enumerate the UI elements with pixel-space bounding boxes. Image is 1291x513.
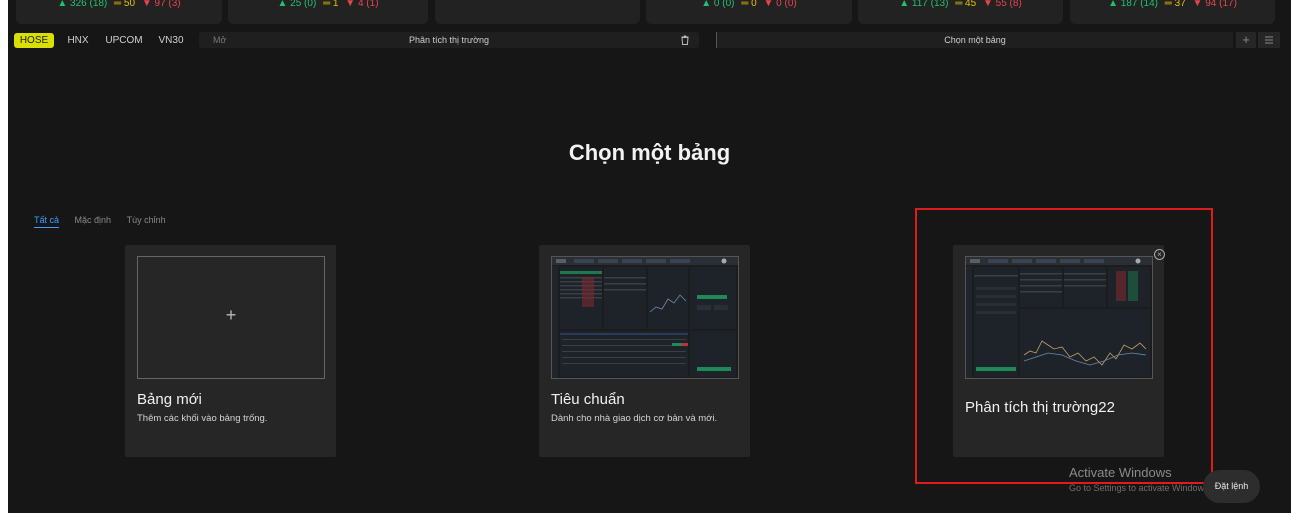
unchanged-count: ═ 0 — [741, 0, 757, 9]
advancers-count: ▲ 25 (0) — [277, 0, 317, 9]
exchange-tab-hose[interactable]: HOSE — [14, 33, 54, 48]
unchanged-count: ═ 45 — [955, 0, 977, 9]
board-card-standard[interactable]: Tiêu chuẩn Dành cho nhà giao dịch cơ bản… — [539, 245, 750, 457]
index-ticker-strip: ▲ 326 (18) ═ 50 ▼ 97 (3) ▲ 25 (0) ═ 1 ▼ … — [8, 0, 1291, 24]
activate-windows-title: Activate Windows — [1069, 465, 1172, 480]
current-board-name: Phân tích thị trường — [409, 35, 489, 45]
advancers-count: ▲ 0 (0) — [701, 0, 735, 9]
trash-icon[interactable] — [679, 34, 691, 46]
market-analysis-board-preview — [965, 256, 1153, 379]
remove-icon[interactable]: × — [1154, 249, 1165, 260]
unchanged-count: ═ 1 — [323, 0, 339, 9]
index-ticker-item[interactable]: ▲ 187 (14) ═ 37 ▼ 94 (17) — [1070, 0, 1275, 24]
decliners-count: ▼ 55 (8) — [982, 0, 1022, 9]
advancers-count: ▲ 117 (13) — [899, 0, 949, 9]
activate-windows-subtitle: Go to Settings to activate Windows. — [1069, 483, 1212, 493]
page-title: Chọn một bảng — [568, 140, 731, 165]
dashboard-thumbnail-image — [552, 257, 738, 378]
list-icon — [1265, 36, 1273, 44]
app-root: ▲ 326 (18) ═ 50 ▼ 97 (3) ▲ 25 (0) ═ 1 ▼ … — [8, 0, 1291, 513]
filter-tab-custom[interactable]: Tùy chỉnh — [127, 215, 166, 227]
standard-board-preview — [551, 256, 739, 379]
current-board-field[interactable]: Mở Phân tích thị trường — [199, 32, 699, 48]
decliners-count: ▼ 94 (17) — [1192, 0, 1237, 9]
place-order-button[interactable]: Đặt lệnh — [1203, 470, 1260, 503]
index-ticker-item[interactable]: ▲ 326 (18) ═ 50 ▼ 97 (3) — [16, 0, 222, 24]
index-ticker-item[interactable]: ▲ 25 (0) ═ 1 ▼ 4 (1) — [228, 0, 428, 24]
board-menu-button[interactable] — [1258, 32, 1280, 48]
decliners-count: ▼ 0 (0) — [763, 0, 797, 9]
board-card-market-analysis[interactable]: × Phân tích thị trường22 — [953, 245, 1165, 457]
unchanged-count: ═ 37 — [1164, 0, 1186, 9]
advancers-count: ▲ 187 (14) — [1108, 0, 1158, 9]
exchange-tab-vn30[interactable]: VN30 — [153, 33, 189, 48]
filter-tab-default[interactable]: Mặc định — [75, 215, 112, 227]
exchange-toolbar: HOSE HNX UPCOM VN30 Mở Phân tích thị trư… — [8, 30, 1291, 50]
advancers-count: ▲ 326 (18) — [57, 0, 108, 9]
unchanged-count: ═ 50 — [114, 0, 136, 9]
index-ticker-item[interactable] — [435, 0, 640, 24]
index-ticker-item[interactable]: ▲ 117 (13) ═ 45 ▼ 55 (8) — [858, 0, 1063, 24]
card-description: Dành cho nhà giao dịch cơ bản và mới. — [551, 413, 718, 424]
empty-board-preview: + — [137, 256, 325, 379]
card-title: Tiêu chuẩn — [551, 391, 625, 408]
board-card-new[interactable]: + Bảng mới Thêm các khối vào bảng trống. — [125, 245, 336, 457]
filter-tab-all[interactable]: Tất cả — [34, 215, 60, 228]
decliners-count: ▼ 97 (3) — [141, 0, 181, 9]
add-board-button[interactable]: + — [1236, 32, 1256, 48]
card-title: Phân tích thị trường22 — [965, 399, 1115, 416]
filter-tabs: Tất cả Mặc định Tùy chỉnh — [34, 215, 179, 228]
select-board-dropdown[interactable]: Chọn một bảng — [716, 32, 1233, 48]
index-ticker-item[interactable]: ▲ 0 (0) ═ 0 ▼ 0 (0) — [646, 0, 852, 24]
plus-icon: + — [225, 305, 237, 325]
exchange-tab-hnx[interactable]: HNX — [63, 33, 93, 48]
dashboard-thumbnail-image — [966, 257, 1152, 378]
exchange-tab-upcom[interactable]: UPCOM — [102, 33, 146, 48]
card-title: Bảng mới — [137, 391, 202, 408]
decliners-count: ▼ 4 (1) — [345, 0, 379, 9]
card-description: Thêm các khối vào bảng trống. — [137, 413, 268, 424]
